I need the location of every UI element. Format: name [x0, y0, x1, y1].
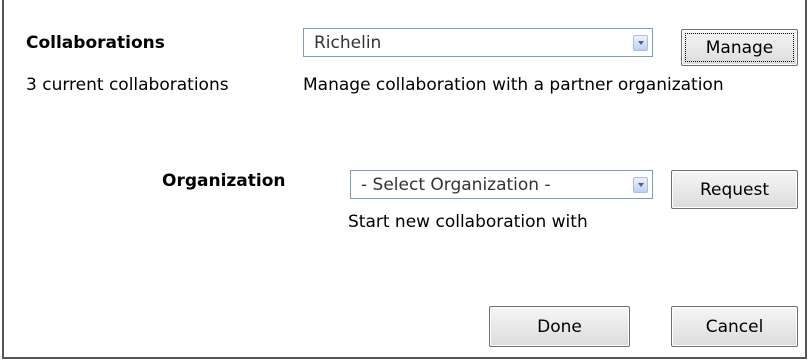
done-button-label: Done — [537, 316, 582, 337]
manage-button-label: Manage — [705, 37, 774, 58]
cancel-button[interactable]: Cancel — [671, 306, 798, 347]
collaboration-select-value: Richelin — [314, 32, 382, 53]
organization-label: Organization — [162, 171, 286, 191]
organization-select[interactable]: - Select Organization - — [350, 170, 653, 199]
collaborations-dialog: Collaborations 3 current collaborations … — [2, 0, 807, 359]
collaborations-count: 3 current collaborations — [26, 75, 229, 95]
manage-hint: Manage collaboration with a partner orga… — [303, 75, 724, 95]
collaboration-select[interactable]: Richelin — [303, 28, 653, 57]
organization-select-value: - Select Organization - — [361, 174, 551, 195]
request-hint: Start new collaboration with — [348, 212, 588, 232]
chevron-down-icon[interactable] — [633, 176, 648, 193]
request-button[interactable]: Request — [671, 170, 798, 209]
chevron-down-icon[interactable] — [633, 34, 648, 51]
request-button-label: Request — [699, 179, 770, 200]
done-button[interactable]: Done — [489, 306, 630, 347]
manage-button[interactable]: Manage — [681, 29, 798, 66]
cancel-button-label: Cancel — [705, 316, 764, 337]
collaborations-heading: Collaborations — [26, 33, 165, 53]
